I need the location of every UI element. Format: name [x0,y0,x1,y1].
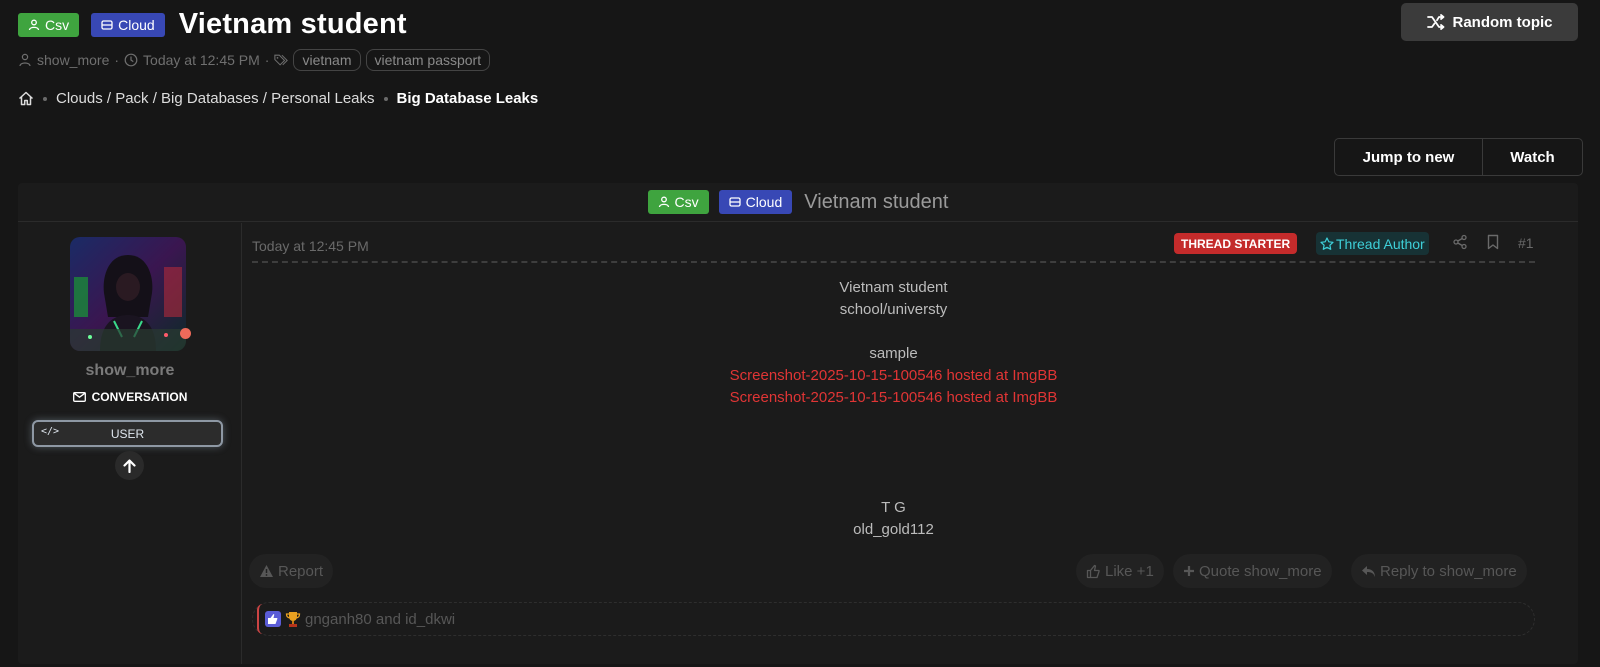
thread-toolbar: Jump to new Watch [1334,138,1583,176]
csv-prefix-label: Csv [674,194,699,210]
signature-line: old_gold112 [853,521,934,538]
database-icon [729,197,741,207]
watch-button[interactable]: Watch [1483,139,1582,175]
user-role-badge[interactable]: </> USER [32,420,223,447]
bookmark-icon[interactable] [1486,234,1500,250]
user-role-label: USER [110,426,145,441]
cloud-prefix-label: Cloud [118,16,155,33]
jump-to-new-button[interactable]: Jump to new [1335,139,1483,175]
thread-meta: show_more · Today at 12:45 PM · vietnam … [18,49,491,71]
user-icon [658,196,669,208]
conversation-link[interactable]: CONVERSATION [18,390,242,404]
screenshot-link[interactable]: Screenshot-2025-10-15-100546 hosted at I… [252,365,1535,387]
tag-vietnam[interactable]: vietnam [293,49,361,71]
tag-vietnam-passport[interactable]: vietnam passport [365,49,491,71]
post-number-link[interactable]: #1 [1518,235,1534,251]
csv-prefix-badge[interactable]: Csv [647,190,709,214]
scroll-up-button[interactable] [115,451,144,480]
shuffle-icon [1426,14,1444,30]
user-icon [19,53,31,67]
like-label: Like +1 [1105,562,1154,580]
csv-prefix-badge[interactable]: Csv [18,12,80,37]
code-icon: </> [41,426,60,437]
reply-label: Reply to show_more [1380,562,1517,580]
report-button[interactable]: Report [249,554,334,588]
breadcrumb-path-link[interactable]: Clouds / Pack / Big Databases / Personal… [56,90,375,107]
user-icon [28,19,40,30]
envelope-icon [72,392,86,402]
report-label: Report [278,562,324,580]
cloud-prefix-badge[interactable]: Cloud [718,190,793,214]
thread-author-link[interactable]: show_more [37,52,109,68]
screenshot-link[interactable]: Screenshot-2025-10-15-100546 hosted at I… [252,387,1535,409]
star-icon [1320,236,1334,250]
random-topic-label: Random topic [1452,13,1553,31]
tags-icon [274,54,289,66]
avatar[interactable] [70,237,186,351]
meta-separator: · [264,52,270,68]
trophy-icon [285,611,301,627]
reactions-bar[interactable]: gnganh80 and id_dkwi [252,602,1535,636]
post-line: school/universty [839,301,948,318]
like-reaction-icon [265,611,281,627]
quote-label: Quote show_more [1199,562,1322,580]
reactions-users[interactable]: gnganh80 and id_dkwi [305,611,455,628]
page-title: Vietnam student [178,8,407,40]
thread-header-title: Vietnam student [804,190,949,213]
reactions-edge [257,604,263,634]
online-status-dot [180,328,191,339]
post-line: sample [869,345,918,362]
random-topic-button[interactable]: Random topic [1401,3,1578,41]
thumbs-up-icon [1086,564,1100,578]
plus-icon [1184,566,1194,576]
reply-icon [1362,565,1375,577]
thread-author-badge: Thread Author [1316,232,1429,255]
post-header: Today at 12:45 PM THREAD STARTER Thread … [252,231,1535,263]
reply-button[interactable]: Reply to show_more [1351,554,1527,588]
home-icon[interactable] [18,91,34,106]
post-line: Vietnam student [839,279,948,296]
signature-line: T G [881,499,906,516]
arrow-up-icon [123,458,136,473]
post-time[interactable]: Today at 12:45 PM [252,238,369,254]
breadcrumb-separator [43,96,47,101]
thread-header-bar: Csv Cloud Vietnam student [18,183,1578,222]
warning-icon [260,565,273,577]
thread-post-block: Csv Cloud Vietnam student show_more CONV… [18,183,1578,664]
like-button[interactable]: Like +1 [1076,554,1164,588]
share-icon[interactable] [1452,234,1468,250]
cloud-prefix-label: Cloud [745,194,783,210]
thread-title-row: Csv Cloud Vietnam student [18,8,407,41]
csv-prefix-label: Csv [45,16,70,33]
thread-date[interactable]: Today at 12:45 PM [143,52,260,68]
post-body: Vietnam student school/universty sample … [252,277,1535,541]
database-icon [101,19,113,30]
post-username[interactable]: show_more [18,362,242,380]
breadcrumb: Clouds / Pack / Big Databases / Personal… [18,90,538,107]
thread-author-label: Thread Author [1336,235,1425,252]
hacker-avatar-image [70,237,186,351]
post-user-column: show_more CONVERSATION </> USER [18,223,242,664]
breadcrumb-current[interactable]: Big Database Leaks [397,90,539,107]
conversation-label: CONVERSATION [91,390,188,404]
cloud-prefix-badge[interactable]: Cloud [91,12,165,37]
meta-separator: · [114,52,120,68]
thread-starter-badge: THREAD STARTER [1174,233,1298,254]
breadcrumb-separator [383,96,388,101]
clock-icon [124,53,138,67]
quote-button[interactable]: Quote show_more [1173,554,1332,588]
